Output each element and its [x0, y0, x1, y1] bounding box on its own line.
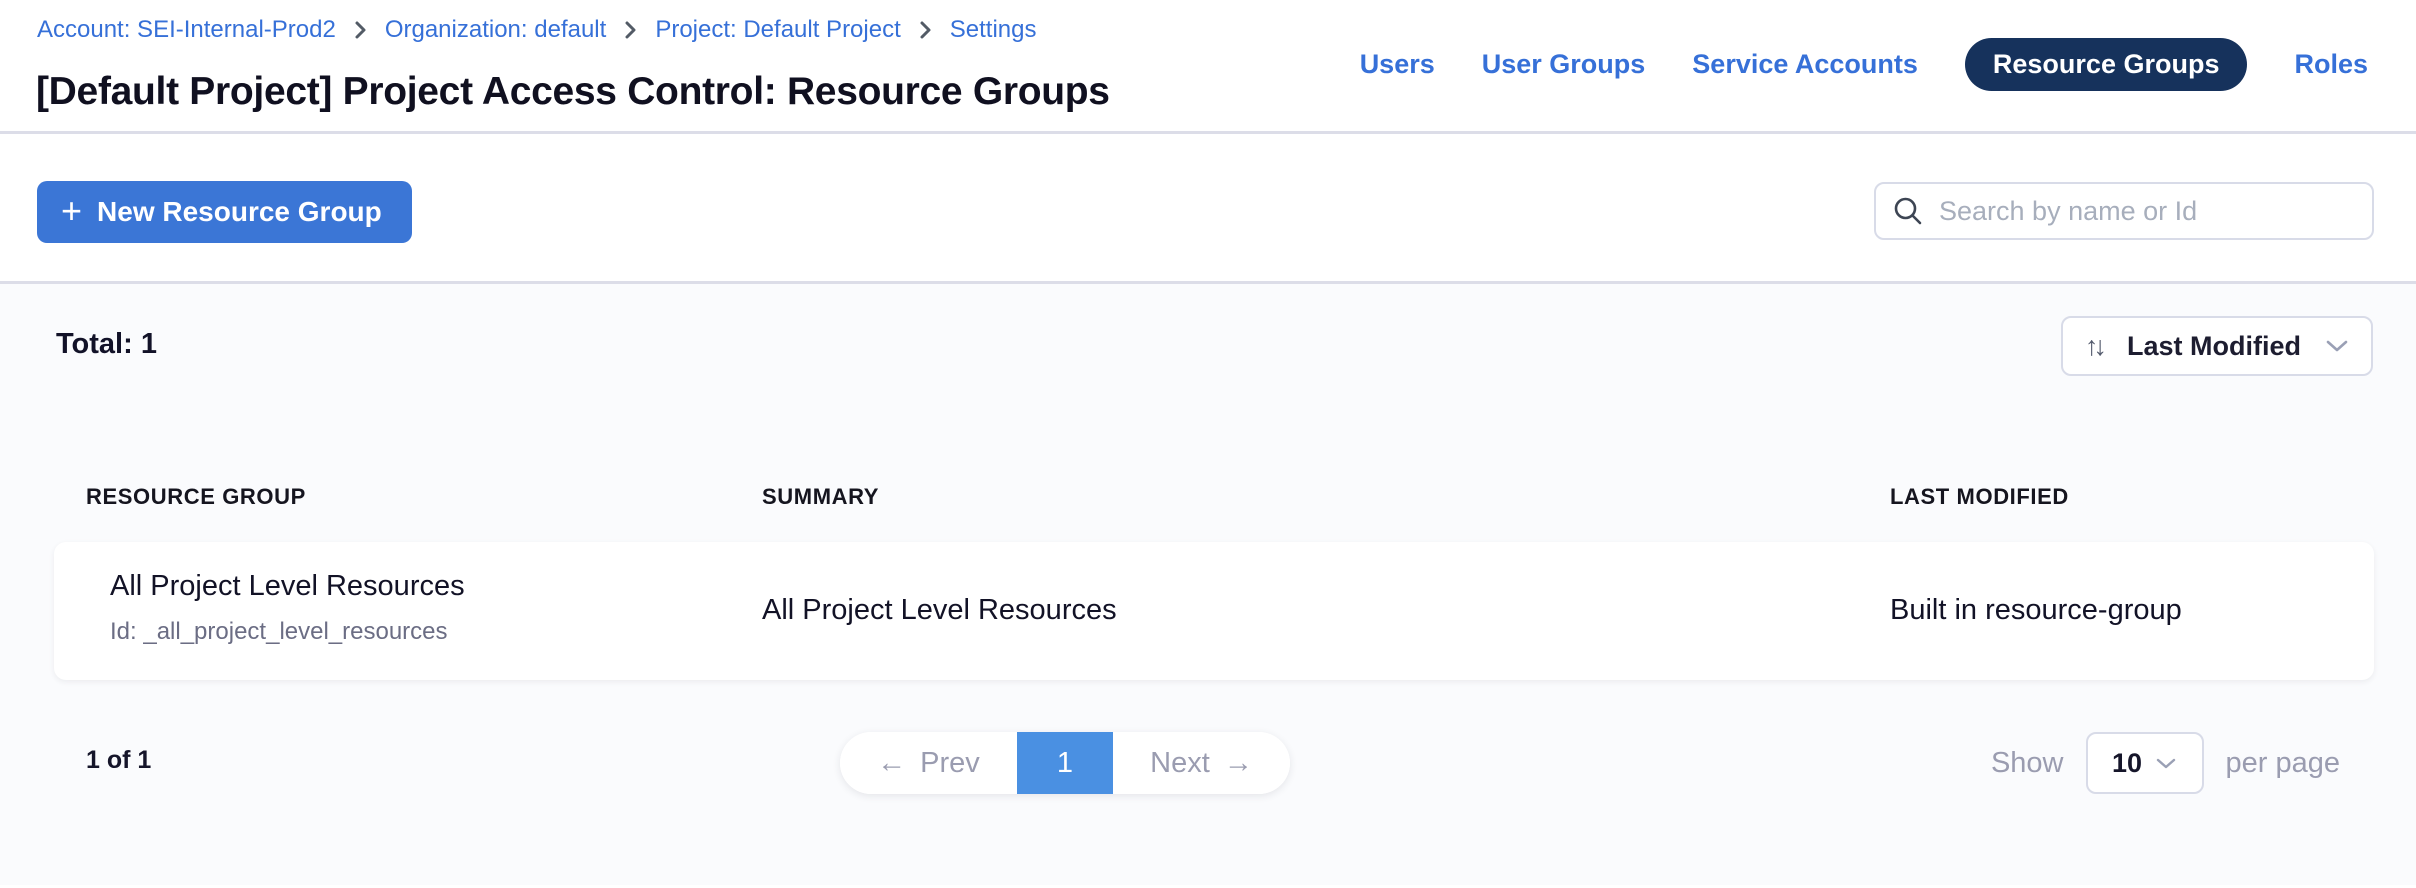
chevron-down-icon — [2325, 339, 2349, 353]
pagination-control: ← Prev 1 Next → — [840, 732, 1290, 794]
arrow-right-icon: → — [1224, 749, 1253, 778]
page-size-value: 10 — [2112, 748, 2142, 779]
toolbar: + New Resource Group — [0, 134, 2416, 284]
sort-arrows-icon: ↑↓ — [2085, 333, 2102, 360]
tab-roles[interactable]: Roles — [2294, 49, 2368, 80]
resource-group-id: Id: _all_project_level_resources — [110, 618, 448, 646]
next-page-button[interactable]: Next → — [1113, 732, 1290, 794]
page-size-control: Show 10 per page — [1991, 730, 2340, 796]
access-control-tabs: Users User Groups Service Accounts Resou… — [1360, 38, 2368, 91]
new-resource-group-label: New Resource Group — [97, 196, 382, 228]
breadcrumb-organization[interactable]: Organization: default — [385, 16, 606, 44]
chevron-down-icon — [2155, 757, 2177, 770]
chevron-right-icon — [353, 19, 368, 41]
table-row[interactable]: All Project Level Resources Id: _all_pro… — [54, 542, 2374, 680]
chevron-right-icon — [623, 19, 638, 41]
search-input[interactable] — [1939, 196, 2356, 227]
page-size-select[interactable]: 10 — [2086, 732, 2204, 794]
prev-page-button[interactable]: ← Prev — [840, 732, 1017, 794]
resource-groups-list: Total: 1 ↑↓ Last Modified RESOURCE GROUP… — [0, 284, 2416, 885]
page-header: Account: SEI-Internal-Prod2 Organization… — [0, 0, 2416, 134]
chevron-right-icon — [918, 19, 933, 41]
page-title: [Default Project] Project Access Control… — [36, 70, 1110, 114]
prev-label: Prev — [920, 747, 980, 780]
arrow-left-icon: ← — [877, 749, 906, 778]
resource-group-summary: All Project Level Resources — [762, 594, 1117, 627]
sort-dropdown[interactable]: ↑↓ Last Modified — [2061, 316, 2373, 376]
plus-icon: + — [61, 193, 82, 229]
search-box — [1874, 182, 2374, 240]
page: Account: SEI-Internal-Prod2 Organization… — [0, 0, 2416, 888]
current-page-button[interactable]: 1 — [1017, 732, 1113, 794]
tab-user-groups[interactable]: User Groups — [1482, 49, 1646, 80]
tab-resource-groups[interactable]: Resource Groups — [1965, 38, 2248, 91]
tab-users[interactable]: Users — [1360, 49, 1435, 80]
column-header-summary: SUMMARY — [762, 484, 879, 510]
resource-group-last-modified: Built in resource-group — [1890, 594, 2182, 627]
per-page-label: per page — [2226, 747, 2341, 780]
next-label: Next — [1150, 747, 1210, 780]
column-header-last-modified: LAST MODIFIED — [1890, 484, 2069, 510]
breadcrumb-account[interactable]: Account: SEI-Internal-Prod2 — [37, 16, 336, 44]
breadcrumb-project[interactable]: Project: Default Project — [655, 16, 900, 44]
page-range-label: 1 of 1 — [86, 746, 151, 775]
search-icon — [1892, 195, 1924, 227]
breadcrumb-settings[interactable]: Settings — [950, 16, 1037, 44]
breadcrumb: Account: SEI-Internal-Prod2 Organization… — [37, 16, 1036, 44]
resource-group-name: All Project Level Resources — [110, 570, 465, 603]
column-header-resource-group: RESOURCE GROUP — [86, 484, 306, 510]
show-label: Show — [1991, 747, 2064, 780]
sort-label: Last Modified — [2127, 331, 2301, 362]
new-resource-group-button[interactable]: + New Resource Group — [37, 181, 412, 243]
total-count: Total: 1 — [56, 328, 157, 361]
tab-service-accounts[interactable]: Service Accounts — [1692, 49, 1918, 80]
